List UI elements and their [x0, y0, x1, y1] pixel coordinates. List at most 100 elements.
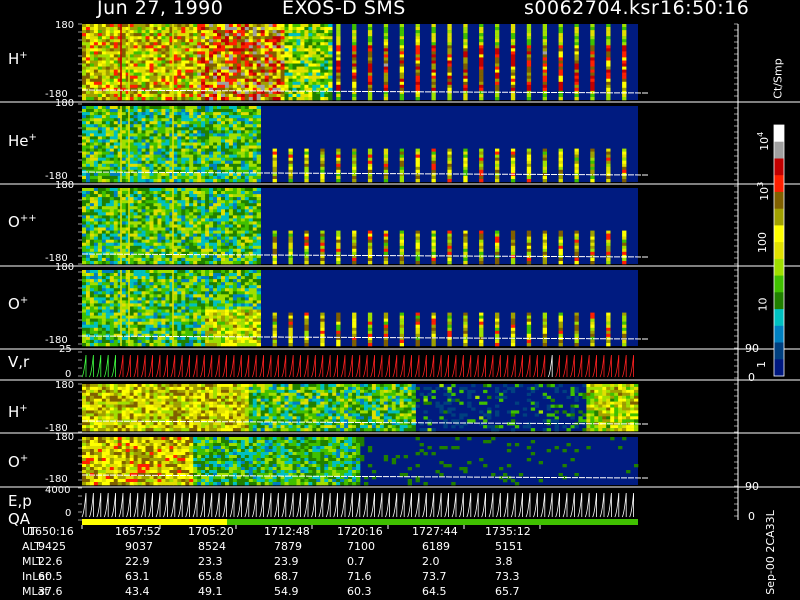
- spectrogram-cell: [141, 163, 146, 168]
- spectrogram-cell: [217, 112, 222, 116]
- spectrogram-cell: [82, 87, 87, 92]
- spectrogram-cell: [304, 39, 309, 43]
- spectrogram-cell: [153, 42, 158, 46]
- spectrogram-cell: [542, 78, 547, 82]
- spectrogram-cell: [93, 327, 99, 332]
- spectrogram-cell: [288, 24, 293, 28]
- spectrogram-cell: [622, 66, 627, 70]
- spectrogram-cell: [510, 97, 516, 101]
- spectrogram-cell: [304, 242, 309, 246]
- spectrogram-cell: [129, 69, 134, 73]
- spectrogram-cell: [157, 230, 162, 234]
- spectrogram-cell: [352, 78, 357, 82]
- spectrogram-cell: [209, 209, 214, 213]
- spectrogram-cell: [352, 251, 357, 256]
- spectrogram-cell: [447, 239, 452, 243]
- spectrogram-cell: [89, 324, 95, 328]
- spectrogram-cell: [280, 54, 285, 58]
- spectrogram-cell: [181, 160, 186, 164]
- spectrogram-cell: [201, 63, 206, 67]
- spectrogram-cell: [189, 133, 194, 137]
- spectrogram-cell: [336, 75, 341, 79]
- spectrogram-cell: [288, 54, 293, 58]
- spectrogram-cell: [177, 39, 182, 43]
- spectrogram-cell: [201, 24, 206, 28]
- spectrogram-cell: [157, 36, 162, 40]
- spectrogram-cell: [244, 257, 250, 262]
- spectrogram-cell: [133, 215, 138, 219]
- spectrogram-cell: [86, 318, 91, 322]
- spectrogram-cell: [82, 84, 87, 89]
- spectrogram-cell: [121, 212, 126, 216]
- spectrogram-cell: [244, 54, 250, 58]
- spectrogram-cell: [93, 197, 99, 201]
- spectrogram-cell: [256, 109, 261, 113]
- spectrogram-cell: [181, 203, 186, 207]
- spectrogram-cell: [177, 200, 182, 204]
- spectrogram-cell: [89, 51, 95, 55]
- spectrogram-cell: [93, 254, 99, 259]
- spectrogram-cell: [201, 142, 206, 146]
- spectrogram-cell: [256, 163, 261, 168]
- spectrogram-cell: [133, 78, 138, 82]
- spectrogram-cell: [367, 87, 373, 92]
- spectrogram-cell: [221, 118, 226, 122]
- spectrogram-cell: [463, 90, 468, 95]
- spectrogram-cell: [252, 63, 258, 67]
- spectrogram-cell: [177, 148, 182, 152]
- spectrogram-cell: [352, 42, 357, 46]
- spectrogram-cell: [129, 33, 134, 37]
- spectrogram-cell: [201, 261, 206, 265]
- spectrogram-cell: [606, 93, 611, 98]
- spectrogram-cell: [324, 78, 329, 82]
- spectrogram-cell: [367, 257, 373, 262]
- spectrogram-cell: [185, 84, 190, 89]
- spectrogram-cell: [232, 45, 238, 49]
- spectrogram-cell: [495, 242, 500, 246]
- spectrogram-cell: [300, 54, 305, 58]
- spectrogram-cell: [308, 72, 313, 76]
- spectrogram-cell: [280, 66, 285, 70]
- spectrogram-cell: [149, 51, 154, 55]
- spectrogram-cell: [383, 72, 389, 76]
- spectrogram-cell: [82, 288, 87, 292]
- spectrogram-cell: [542, 42, 547, 46]
- spectrogram-cell: [447, 154, 452, 158]
- spectrogram-cell: [336, 169, 341, 174]
- spectrogram-cell: [415, 69, 420, 73]
- spectrogram-cell: [320, 166, 325, 171]
- spectrogram-cell: [292, 48, 297, 52]
- spectrogram-cell: [304, 30, 309, 34]
- spectrogram-cell: [256, 245, 261, 250]
- spectrogram-cell: [86, 276, 91, 280]
- spectrogram-cell: [97, 42, 103, 46]
- spectrogram-cell: [113, 148, 119, 152]
- spectrogram-cell: [367, 166, 373, 171]
- spectrogram-cell: [129, 206, 134, 210]
- spectrogram-cell: [97, 115, 103, 119]
- spectrogram-cell: [336, 27, 341, 31]
- spectrogram-streak: [128, 24, 130, 100]
- spectrogram-cell: [352, 57, 357, 61]
- spectrogram-cell: [447, 24, 452, 28]
- spectrogram-cell: [82, 245, 87, 250]
- spectrogram-cell: [383, 48, 389, 52]
- spectrogram-cell: [121, 242, 126, 246]
- spectrogram-cell: [93, 336, 99, 341]
- spectrogram-cell: [217, 139, 222, 143]
- spectrogram-cell: [232, 197, 238, 201]
- spectrogram-cell: [177, 172, 182, 177]
- spectrogram-cell: [248, 215, 254, 219]
- spectrogram-cell: [86, 66, 91, 70]
- spectrogram-cell: [221, 236, 226, 240]
- spectrogram-cell: [193, 66, 198, 70]
- spectrogram-cell: [137, 145, 142, 149]
- spectrogram-cell: [495, 45, 500, 49]
- spectrogram-cell: [201, 148, 206, 152]
- spectrogram-cell: [141, 148, 146, 152]
- spectrogram-cell: [177, 203, 182, 207]
- spectrogram-cell: [141, 151, 146, 155]
- spectrogram-cell: [181, 230, 186, 234]
- spectrogram-cell: [189, 109, 194, 113]
- spectrogram-cell: [367, 75, 373, 79]
